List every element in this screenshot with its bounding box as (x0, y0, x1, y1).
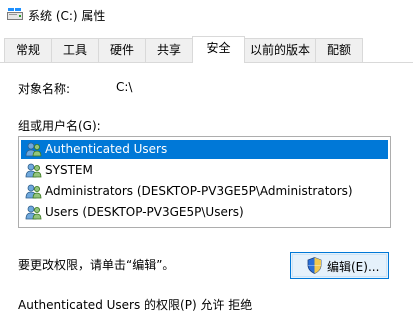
edit-button-label: 编辑(E)... (327, 260, 380, 274)
user-list[interactable]: Authenticated Users SYSTEM Administrator… (18, 136, 391, 228)
tab-hardware[interactable]: 硬件 (98, 38, 146, 62)
list-item-system[interactable]: SYSTEM (21, 161, 388, 180)
list-item-authenticated-users[interactable]: Authenticated Users (21, 140, 388, 159)
object-name-label: 对象名称: (18, 82, 71, 96)
window-title: 系统 (C:) 属性 (28, 9, 106, 23)
list-item-administrators[interactable]: Administrators (DESKTOP-PV3GE5P\Administ… (21, 182, 388, 201)
tab-tools[interactable]: 工具 (51, 38, 99, 62)
change-permissions-hint: 要更改权限，请单击“编辑”。 (18, 258, 175, 272)
user-name: SYSTEM (45, 163, 93, 177)
drive-icon (7, 8, 23, 20)
list-item-users[interactable]: Users (DESKTOP-PV3GE5P\Users) (21, 203, 388, 222)
user-group-icon (25, 205, 42, 220)
groups-label: 组或用户名(G): (18, 119, 101, 133)
tab-sharing[interactable]: 共享 (145, 38, 193, 62)
tab-security[interactable]: 安全 (192, 36, 245, 63)
user-group-icon (25, 163, 42, 178)
title-bar: 系统 (C:) 属性 (0, 0, 413, 30)
tab-strip: 常规 工具 硬件 共享 安全 以前的版本 配额 (0, 36, 413, 63)
user-group-icon (25, 184, 42, 199)
tab-previous-versions[interactable]: 以前的版本 (244, 38, 316, 62)
edit-button[interactable]: 编辑(E)... (290, 252, 389, 279)
uac-shield-icon (307, 257, 322, 274)
user-name: Users (DESKTOP-PV3GE5P\Users) (45, 205, 244, 219)
tab-quota[interactable]: 配额 (315, 38, 363, 62)
user-group-icon (25, 142, 42, 157)
user-name: Authenticated Users (45, 142, 168, 156)
object-name-value: C:\ (116, 80, 133, 94)
tab-general[interactable]: 常规 (4, 38, 52, 62)
user-name: Administrators (DESKTOP-PV3GE5P\Administ… (45, 184, 353, 198)
